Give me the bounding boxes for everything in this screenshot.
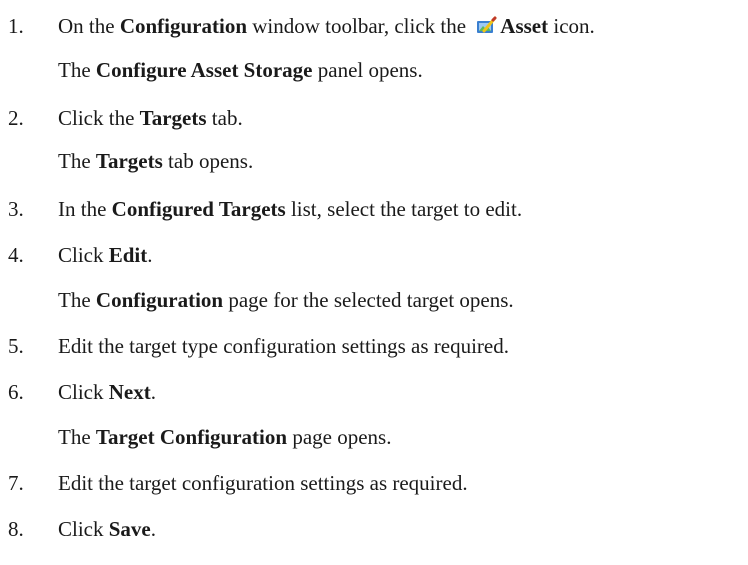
text-run: Click [58, 243, 109, 267]
step-6-result: The Target Configuration page opens. [58, 425, 391, 449]
step-instruction: On the Configuration window toolbar, cli… [58, 14, 595, 38]
ui-term-configuration: Configuration [119, 14, 248, 38]
ui-term-targets: Targets [139, 106, 207, 130]
step-instruction: Click Next. [58, 380, 156, 404]
step-instruction: Edit the target type configuration setti… [58, 334, 509, 358]
step-number: 3. [8, 197, 24, 221]
ui-term-configuration: Configuration [95, 288, 224, 312]
text-run: tab. [206, 106, 243, 130]
text-run: On the [58, 14, 120, 38]
ui-term-save: Save [108, 517, 151, 541]
text-run: The [58, 58, 96, 82]
text-run: . [150, 380, 156, 404]
ui-term-targets: Targets [95, 149, 163, 173]
step-1-result: The Configure Asset Storage panel opens. [58, 58, 423, 82]
asset-icon [477, 16, 497, 33]
text-run: Click the [58, 106, 140, 130]
ui-term-configure-asset-storage: Configure Asset Storage [95, 58, 313, 82]
text-run: page for the selected target opens. [223, 288, 514, 312]
text-run: The [58, 288, 96, 312]
ui-term-edit: Edit [108, 243, 148, 267]
step-instruction: Edit the target configuration settings a… [58, 471, 468, 495]
step-instruction: In the Configured Targets list, select t… [58, 197, 522, 221]
text-run: Click [58, 380, 109, 404]
step-instruction: Click the Targets tab. [58, 106, 243, 130]
text-run: icon. [548, 14, 595, 38]
text-run: Click [58, 517, 109, 541]
step-2-result: The Targets tab opens. [58, 149, 253, 173]
text-run: window toolbar, click the [247, 14, 472, 38]
ui-term-target-configuration: Target Configuration [95, 425, 288, 449]
ui-term-next: Next [108, 380, 151, 404]
text-run: In the [58, 197, 112, 221]
step-instruction: Click Save. [58, 517, 156, 541]
text-run: panel opens. [312, 58, 423, 82]
step-4-result: The Configuration page for the selected … [58, 288, 514, 312]
text-run: tab opens. [162, 149, 254, 173]
text-run: page opens. [287, 425, 392, 449]
step-number: 4. [8, 243, 24, 267]
step-number: 7. [8, 471, 24, 495]
text-run: The [58, 149, 96, 173]
step-number: 5. [8, 334, 24, 358]
step-number: 8. [8, 517, 24, 541]
step-instruction: Click Edit. [58, 243, 153, 267]
procedure-steps: 1. On the Configuration window toolbar, … [0, 0, 748, 565]
text-run: Edit the target configuration settings a… [58, 471, 468, 495]
step-number: 6. [8, 380, 24, 404]
step-number: 2. [8, 106, 24, 130]
text-run: The [58, 425, 96, 449]
ui-term-configured-targets: Configured Targets [111, 197, 286, 221]
text-run: . [147, 243, 153, 267]
step-number: 1. [8, 14, 24, 38]
text-run: . [150, 517, 156, 541]
text-run: Edit the target type configuration setti… [58, 334, 509, 358]
text-run: list, select the target to edit. [285, 197, 523, 221]
ui-term-asset: Asset [500, 14, 549, 38]
